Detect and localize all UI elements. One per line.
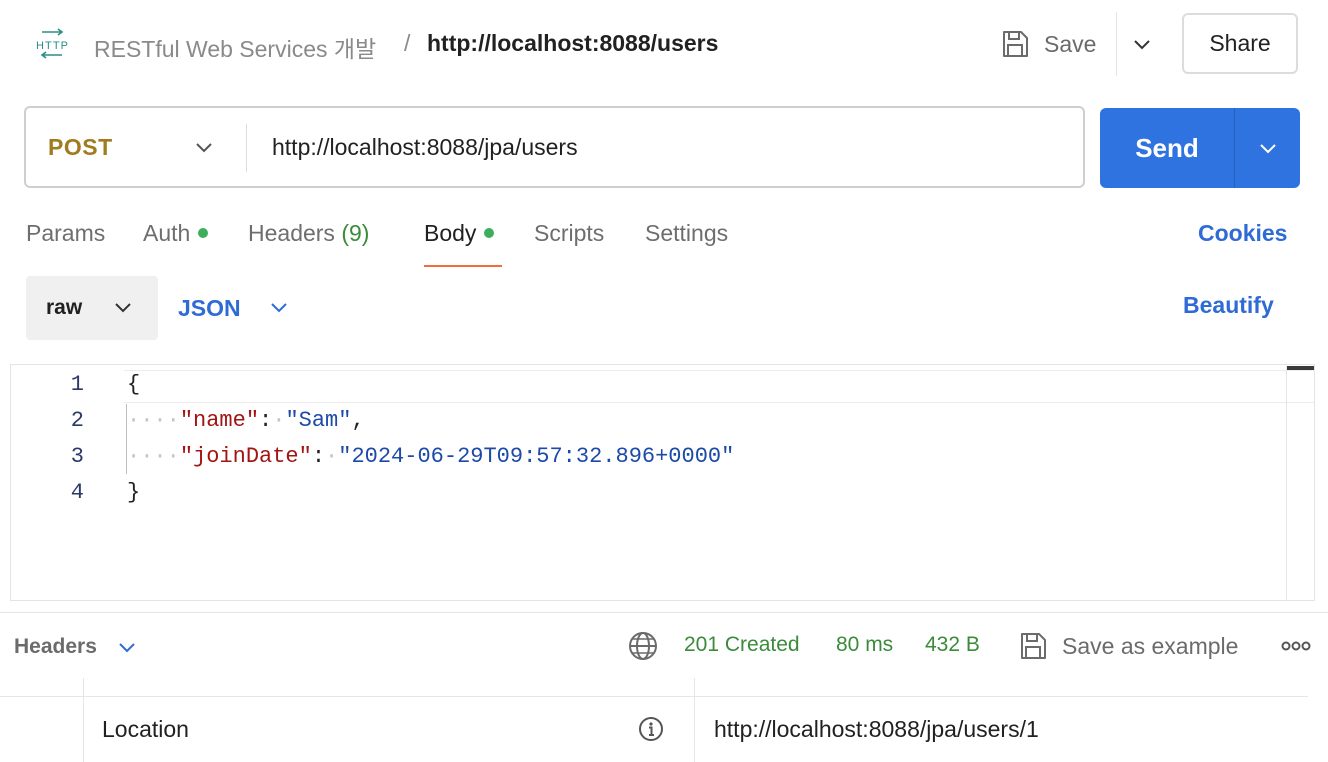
chevron-down-icon (115, 303, 131, 313)
breadcrumb-collection[interactable]: RESTful Web Services 개발 (94, 30, 376, 64)
tab-headers-label: Headers (248, 220, 335, 246)
send-button[interactable]: Send (1100, 108, 1300, 188)
whitespace-marker: ···· (127, 444, 180, 469)
body-format-label: JSON (178, 294, 241, 321)
share-button[interactable]: Share (1182, 13, 1298, 74)
tab-body-label: Body (424, 220, 477, 246)
send-label: Send (1135, 132, 1199, 163)
table-column-divider (83, 678, 84, 762)
tab-params[interactable]: Params (26, 220, 105, 247)
tab-auth-label: Auth (143, 220, 191, 246)
json-comma: , (351, 408, 365, 433)
chevron-down-icon[interactable] (1128, 30, 1156, 58)
response-section-label: Headers (14, 635, 97, 658)
request-title[interactable]: http://localhost:8088/users (427, 30, 718, 57)
json-key: "name" (179, 408, 260, 433)
response-header-key: Location (102, 716, 189, 742)
save-divider (1116, 12, 1117, 76)
line-number: 4 (70, 480, 84, 505)
svg-text:HTTP: HTTP (36, 40, 68, 52)
table-border (0, 696, 1308, 697)
whitespace-marker: · (325, 444, 339, 469)
chevron-down-icon (119, 643, 135, 653)
save-icon (1003, 31, 1028, 57)
json-value: "Sam" (285, 408, 352, 433)
code-line: } (127, 480, 141, 505)
more-options-icon[interactable] (1280, 638, 1312, 654)
tab-settings[interactable]: Settings (645, 220, 728, 247)
beautify-button[interactable]: Beautify (1183, 292, 1274, 319)
response-time[interactable]: 80 ms (836, 633, 893, 657)
response-section-select[interactable]: Headers (14, 630, 139, 664)
code-line: { (127, 372, 141, 397)
info-icon[interactable] (638, 716, 664, 742)
method-select[interactable]: POST (26, 108, 246, 186)
tab-headers-count: (9) (341, 220, 370, 246)
chevron-down-icon[interactable] (1254, 134, 1282, 162)
line-number: 3 (70, 444, 84, 469)
cookies-link[interactable]: Cookies (1198, 220, 1287, 247)
tab-auth[interactable]: Auth (143, 220, 209, 247)
status-dot-icon (484, 227, 495, 238)
json-key: "joinDate" (179, 444, 312, 469)
http-icon: HTTP (36, 28, 68, 59)
method-divider (246, 124, 247, 172)
status-dot-icon (198, 227, 209, 238)
response-divider (0, 612, 1328, 613)
save-label: Save (1044, 30, 1097, 57)
whitespace-marker: · (272, 408, 286, 433)
editor-scroll-thumb[interactable] (1287, 366, 1314, 370)
body-format-select[interactable]: JSON (178, 276, 298, 340)
method-label: POST (48, 133, 113, 160)
globe-icon[interactable] (627, 630, 659, 662)
response-size[interactable]: 432 B (925, 633, 980, 657)
send-split-divider (1234, 108, 1235, 188)
active-tab-indicator (424, 265, 502, 267)
chevron-down-icon (271, 303, 287, 313)
json-value: "2024-06-29T09:57:32.896+0000" (338, 444, 735, 469)
body-mode-label: raw (46, 296, 83, 319)
editor-scrollbar[interactable] (1286, 366, 1287, 600)
tab-body[interactable]: Body (424, 220, 495, 247)
save-as-example-label: Save as example (1062, 632, 1239, 659)
table-column-divider (694, 678, 695, 762)
whitespace-marker: ···· (127, 408, 180, 433)
code-line: ····"joinDate":·"2024-06-29T09:57:32.896… (127, 444, 734, 469)
chevron-down-icon (196, 143, 212, 153)
response-header-value: http://localhost:8088/jpa/users/1 (714, 716, 1039, 742)
active-line-highlight (124, 370, 1314, 403)
status-badge[interactable]: 201 Created (684, 633, 800, 657)
save-button[interactable]: Save (1000, 20, 1096, 68)
url-input[interactable] (272, 108, 1072, 186)
code-line: ····"name":·"Sam", (127, 408, 365, 433)
tab-headers[interactable]: Headers (9) (248, 220, 369, 247)
line-number: 2 (70, 408, 84, 433)
body-mode-select[interactable]: raw (26, 276, 158, 340)
json-colon: : (311, 444, 326, 469)
breadcrumb-separator: / (404, 30, 411, 56)
line-number: 1 (70, 372, 84, 397)
save-as-example-button[interactable]: Save as example (1018, 628, 1238, 664)
tab-scripts[interactable]: Scripts (534, 220, 604, 247)
save-icon (1021, 633, 1046, 659)
json-colon: : (259, 408, 273, 433)
